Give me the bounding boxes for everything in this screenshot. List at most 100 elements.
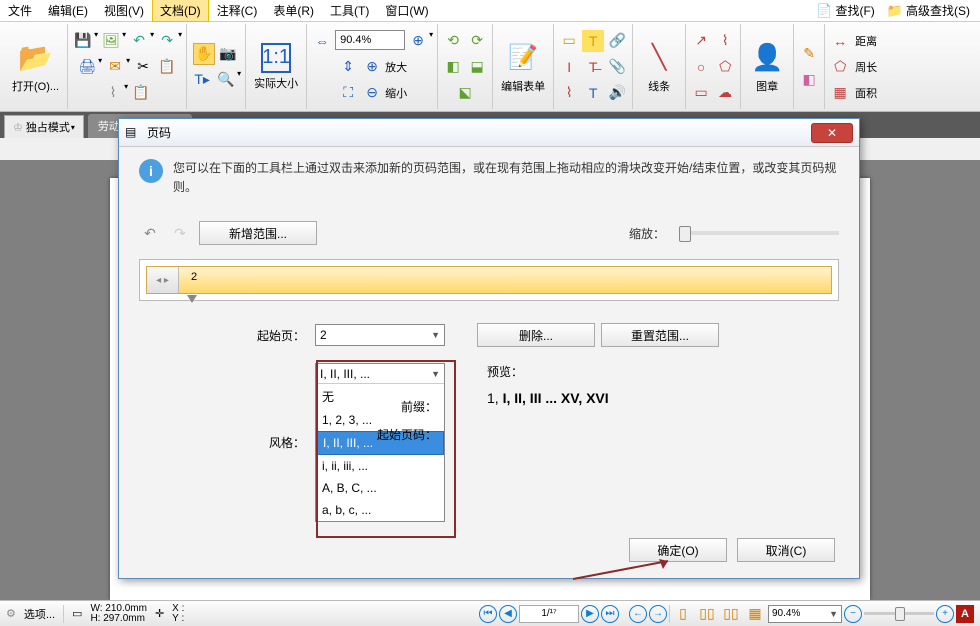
undo-button[interactable]: ↶ bbox=[139, 222, 161, 244]
menu-document[interactable]: 文档(D) bbox=[152, 0, 209, 22]
forward-button[interactable]: → bbox=[649, 605, 667, 623]
copy-icon[interactable]: 📋 bbox=[156, 56, 178, 78]
line-tool-button[interactable]: ╲ 线条 bbox=[637, 38, 681, 96]
menu-tool[interactable]: 工具(T) bbox=[322, 0, 377, 22]
print-icon[interactable]: 🖨 bbox=[76, 56, 98, 78]
dialog-close-button[interactable]: ✕ bbox=[811, 123, 853, 143]
strikethrough-icon[interactable]: T̶ bbox=[582, 56, 604, 78]
search-icon[interactable]: 🔍 bbox=[215, 69, 237, 91]
menu-window[interactable]: 窗口(W) bbox=[377, 0, 436, 22]
flip-v-icon[interactable]: ⬓ bbox=[466, 56, 488, 78]
prev-page-button[interactable]: ◀ bbox=[499, 605, 517, 623]
options-button[interactable]: 选项... bbox=[24, 606, 55, 622]
crop-icon[interactable]: ⬕ bbox=[454, 82, 476, 104]
text-box-icon[interactable]: T bbox=[582, 30, 604, 52]
distance-icon[interactable]: ↔ bbox=[829, 30, 851, 52]
exclusive-mode-button[interactable]: ♔ 独占模式 ▾ bbox=[4, 115, 84, 138]
text-annot-icon[interactable]: T bbox=[582, 82, 604, 104]
zoom-value-field[interactable]: 90.4% bbox=[335, 30, 405, 50]
zoom-plus-icon[interactable]: ⊕ bbox=[361, 56, 383, 78]
arrow-shape-icon[interactable]: ↗ bbox=[690, 30, 712, 52]
menu-edit[interactable]: 编辑(E) bbox=[40, 0, 96, 22]
area-icon[interactable]: ▦ bbox=[829, 82, 851, 104]
fit-width-icon[interactable]: ⇔ bbox=[311, 30, 333, 52]
cancel-button[interactable]: 取消(C) bbox=[737, 538, 835, 562]
redo-icon[interactable]: ↷ bbox=[156, 30, 178, 52]
link-icon[interactable]: 🔗 bbox=[606, 30, 628, 52]
hand-tool-icon[interactable]: ✋ bbox=[193, 43, 215, 65]
style-option-alpha-upper[interactable]: A, B, C, ... bbox=[316, 477, 444, 499]
first-page-button[interactable]: ⏮ bbox=[479, 605, 497, 623]
eraser-icon[interactable]: ◧ bbox=[798, 69, 820, 91]
squiggly-icon[interactable]: ⌇ bbox=[558, 82, 580, 104]
advanced-find-button[interactable]: 📁 高级查找(S) bbox=[881, 0, 976, 21]
dimensions-icon: ▭ bbox=[72, 607, 82, 620]
zoom-select[interactable]: 90.4% ▼ bbox=[768, 605, 842, 623]
polyline-icon[interactable]: ⌇ bbox=[714, 30, 736, 52]
edit-form-button[interactable]: 📝 编辑表单 bbox=[497, 38, 549, 96]
menu-annotate[interactable]: 注释(C) bbox=[209, 0, 266, 22]
camera-icon[interactable]: 📷 bbox=[217, 43, 239, 65]
menu-form[interactable]: 表单(R) bbox=[265, 0, 322, 22]
single-page-icon[interactable]: ▯ bbox=[672, 603, 694, 625]
mail-icon[interactable]: ✉ bbox=[104, 56, 126, 78]
cursor-position: X : Y : bbox=[172, 604, 184, 624]
start-page-select[interactable]: 2 ▼ bbox=[315, 324, 445, 346]
next-page-button[interactable]: ▶ bbox=[581, 605, 599, 623]
open-label: 打开(O)... bbox=[12, 78, 59, 94]
text-select-icon[interactable]: T▸ bbox=[191, 69, 213, 91]
zoom-out-button[interactable]: − bbox=[844, 605, 862, 623]
save-icon[interactable]: 💾 bbox=[72, 30, 94, 52]
status-zoom-slider[interactable] bbox=[864, 612, 934, 615]
facing-continuous-icon[interactable]: ▦ bbox=[744, 603, 766, 625]
rotate-left-icon[interactable]: ⟲ bbox=[442, 30, 464, 52]
zoom-in-icon[interactable]: ⊕ bbox=[407, 30, 429, 52]
attach-icon[interactable]: 📎 bbox=[606, 56, 628, 78]
rotate-right-icon[interactable]: ⟳ bbox=[466, 30, 488, 52]
fit-height-icon[interactable]: ⇕ bbox=[337, 56, 359, 78]
sound-icon[interactable]: 🔊 bbox=[606, 82, 628, 104]
underline-icon[interactable]: I bbox=[558, 56, 580, 78]
cut-icon[interactable]: ✂ bbox=[132, 56, 154, 78]
editform-label: 编辑表单 bbox=[501, 78, 545, 94]
style-option-alpha-lower[interactable]: a, b, c, ... bbox=[316, 499, 444, 521]
highlight-icon[interactable]: ▭ bbox=[558, 30, 580, 52]
paste-icon[interactable]: 📋 bbox=[130, 82, 152, 104]
zoom-in-button[interactable]: + bbox=[936, 605, 954, 623]
gear-icon[interactable]: ⚙ bbox=[6, 607, 16, 620]
page-number-field[interactable]: 1/¹⁷ bbox=[519, 605, 579, 623]
stamp-button[interactable]: 👤 图章 bbox=[745, 38, 789, 96]
menu-view[interactable]: 视图(V) bbox=[96, 0, 152, 22]
perimeter-icon[interactable]: ⬠ bbox=[829, 56, 851, 78]
facing-icon[interactable]: ▯▯ bbox=[720, 603, 742, 625]
image-icon[interactable]: 🖼 bbox=[100, 30, 122, 52]
menu-file[interactable]: 文件 bbox=[0, 0, 40, 22]
page-range-ruler[interactable]: ◂ ▸ 2 bbox=[139, 259, 839, 301]
polygon-icon[interactable]: ⬠ bbox=[714, 56, 736, 78]
pencil-icon[interactable]: ✎ bbox=[798, 43, 820, 65]
fit-page-icon[interactable]: ⛶ bbox=[337, 82, 359, 104]
undo-icon[interactable]: ↶ bbox=[128, 30, 150, 52]
circle-icon[interactable]: ○ bbox=[690, 56, 712, 78]
ruler-pointer-icon[interactable] bbox=[187, 295, 197, 303]
find-button[interactable]: 📄 查找(F) bbox=[810, 0, 881, 21]
redo-button[interactable]: ↷ bbox=[169, 222, 191, 244]
add-range-button[interactable]: 新增范围... bbox=[199, 221, 317, 245]
zoom-minus-icon[interactable]: ⊖ bbox=[361, 82, 383, 104]
last-page-button[interactable]: ⏭ bbox=[601, 605, 619, 623]
continuous-icon[interactable]: ▯▯ bbox=[696, 603, 718, 625]
mode-label: 独占模式 bbox=[26, 119, 70, 135]
style-option-roman-lower[interactable]: i, ii, iii, ... bbox=[316, 455, 444, 477]
actual-size-button[interactable]: 1:1 实际大小 bbox=[250, 41, 302, 93]
cloud-icon[interactable]: ☁ bbox=[714, 82, 736, 104]
dialog-title-text: 页码 bbox=[147, 124, 171, 141]
back-button[interactable]: ← bbox=[629, 605, 647, 623]
adobe-icon[interactable]: A bbox=[956, 605, 974, 623]
delete-button[interactable]: 删除... bbox=[477, 323, 595, 347]
reset-range-button[interactable]: 重置范围... bbox=[601, 323, 719, 347]
open-button[interactable]: 📂 打开(O)... bbox=[8, 38, 63, 96]
scan-icon[interactable]: ⌇ bbox=[102, 82, 124, 104]
rect-icon[interactable]: ▭ bbox=[690, 82, 712, 104]
zoom-slider[interactable] bbox=[679, 231, 839, 235]
flip-h-icon[interactable]: ◧ bbox=[442, 56, 464, 78]
